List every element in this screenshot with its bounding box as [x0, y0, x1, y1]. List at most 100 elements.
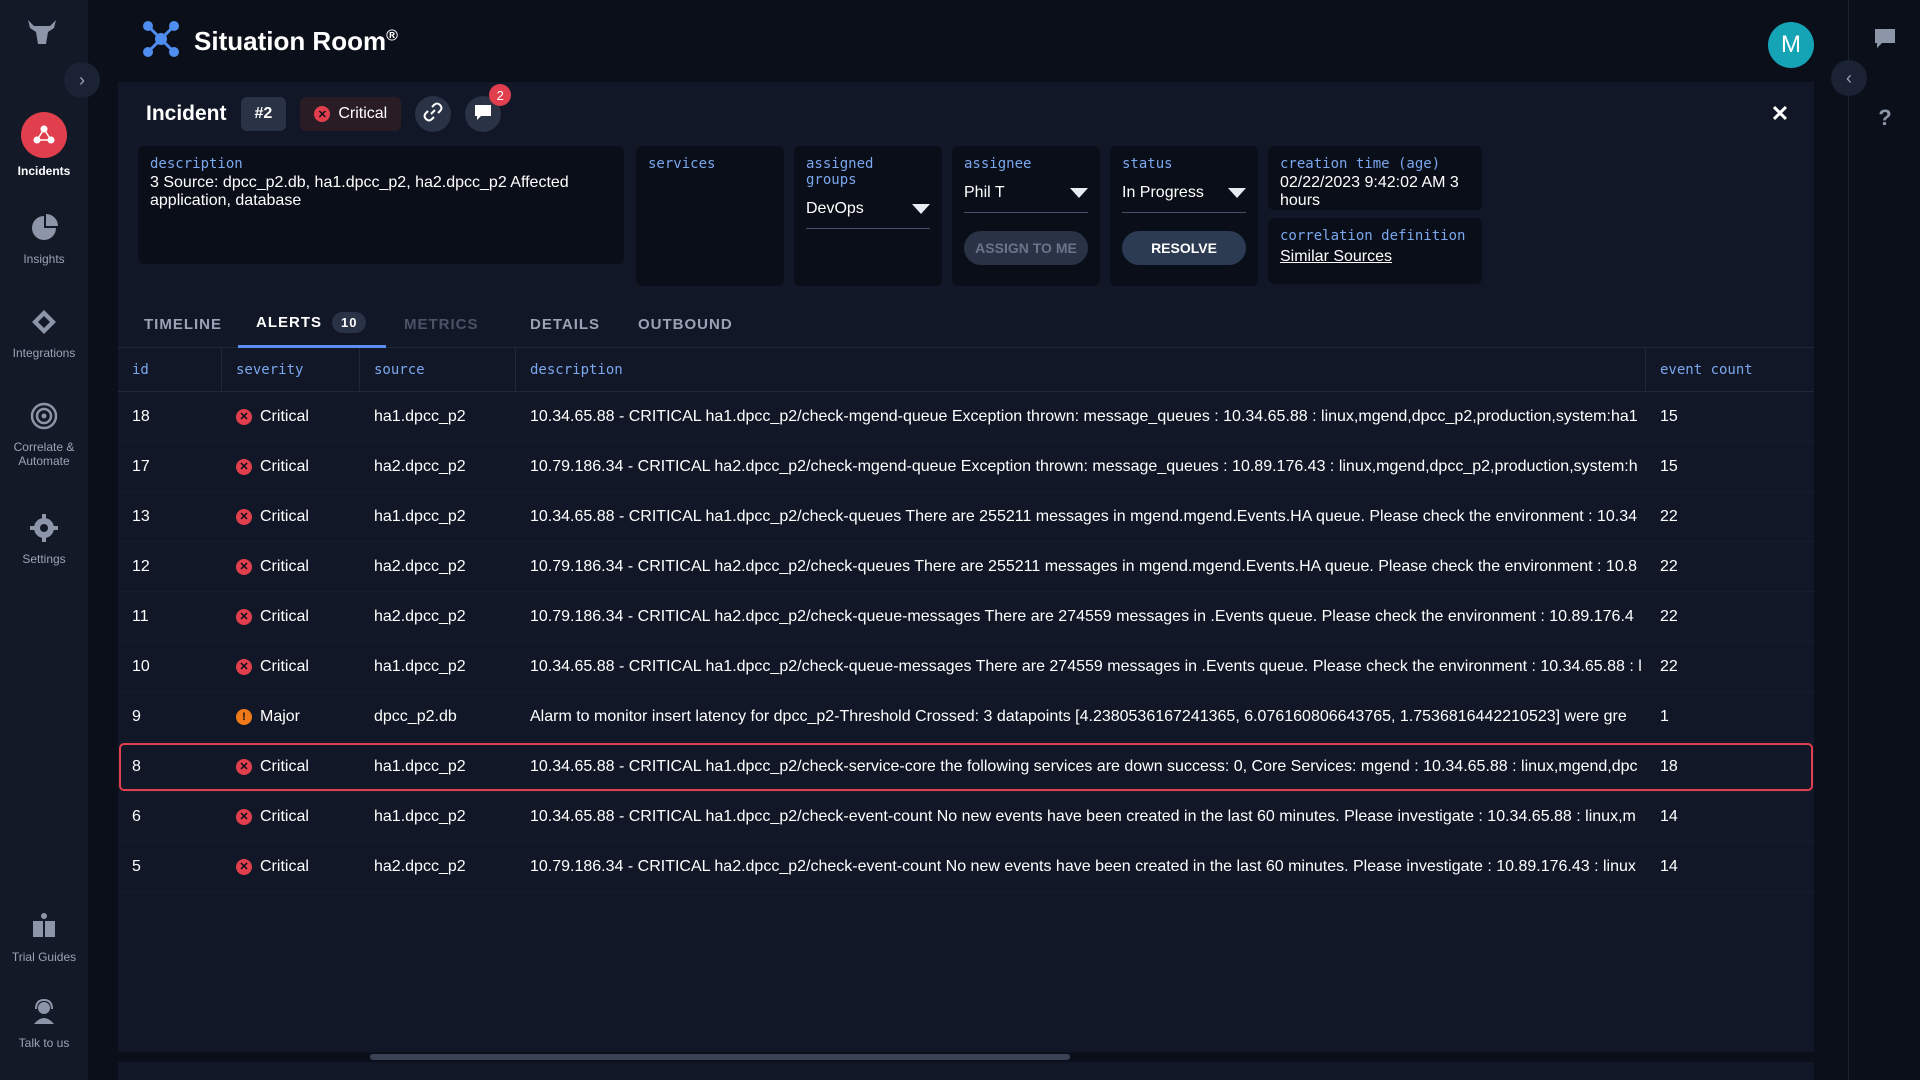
help-icon[interactable]: ?: [1871, 104, 1899, 132]
target-icon: [26, 398, 62, 434]
pie-chart-icon: [26, 210, 62, 246]
cell-event-count: 18: [1660, 757, 1678, 775]
table-row[interactable]: 13 ✕ Critical ha1.dpcc_p2 10.34.65.88 - CRIT…: [118, 492, 1814, 542]
critical-icon: ✕: [236, 558, 252, 575]
cell-event-count: 14: [1660, 857, 1678, 875]
status-card: status In Progress RESOLVE: [1110, 146, 1258, 286]
horizontal-scrollbar[interactable]: [118, 1052, 1814, 1062]
column-header-description[interactable]: description: [516, 348, 1646, 391]
table-body: 18 ✕ Critical ha1.dpcc_p2 10.34.65.88 - CRIT…: [118, 392, 1814, 892]
nav-item-talk-to-us[interactable]: Talk to us: [0, 994, 88, 1050]
critical-icon: ✕: [236, 658, 252, 675]
severity-text: Critical: [260, 857, 309, 875]
cell-event-count: 15: [1660, 407, 1678, 425]
tab-bar: TIMELINE ALERTS 10 METRICS DETAILS OUTBO…: [118, 300, 1814, 348]
tab-metrics: METRICS: [404, 315, 479, 333]
support-icon: [26, 994, 62, 1030]
bull-logo-icon[interactable]: [24, 18, 60, 48]
tab-alerts[interactable]: ALERTS 10: [238, 300, 387, 348]
table-row[interactable]: 10 ✕ Critical ha1.dpcc_p2 10.34.65.88 - CRIT…: [118, 642, 1814, 692]
tab-details[interactable]: DETAILS: [530, 300, 600, 348]
column-header-id[interactable]: id: [118, 348, 222, 391]
chevron-down-icon: [912, 204, 930, 214]
cell-event-count: 15: [1660, 457, 1678, 475]
status-label: status: [1122, 156, 1173, 172]
nav-item-insights[interactable]: Insights: [0, 210, 88, 266]
table-row[interactable]: 18 ✕ Critical ha1.dpcc_p2 10.34.65.88 - CRIT…: [118, 392, 1814, 442]
nav-item-integrations[interactable]: Integrations: [0, 304, 88, 360]
nav-item-trial-guides[interactable]: Trial Guides: [0, 908, 88, 964]
nav-item-incidents[interactable]: Incidents: [0, 112, 88, 178]
table-row[interactable]: 5 ✕ Critical ha2.dpcc_p2 10.79.186.34 - CRIT…: [118, 842, 1814, 892]
assignee-value: Phil T: [964, 184, 1005, 201]
cell-id: 6: [132, 807, 141, 825]
nav-item-settings[interactable]: Settings: [0, 510, 88, 566]
assigned-groups-label: assigned groups: [806, 156, 874, 188]
column-header-event-count[interactable]: event count: [1646, 348, 1814, 391]
severity-text: Critical: [260, 457, 309, 475]
severity-text: Major: [260, 707, 301, 725]
cell-id: 11: [132, 607, 149, 625]
table-row[interactable]: 9! Major dpcc_p2.db Alarm to monitor insert…: [118, 692, 1814, 742]
cell-severity: ✕ Critical: [222, 658, 360, 676]
table-row[interactable]: 17 ✕ Critical ha2.dpcc_p2 10.79.186.34 - CRI…: [118, 442, 1814, 492]
severity-text: Critical: [260, 807, 309, 825]
correlation-link[interactable]: Similar Sources: [1280, 248, 1392, 266]
resolve-button[interactable]: RESOLVE: [1122, 231, 1246, 265]
cell-source: ha2.dpcc_p2: [374, 557, 466, 575]
table-row[interactable]: 6 ✕ Critical ha1.dpcc_p2 10.34.65.88 - CRITI…: [118, 792, 1814, 842]
table-row[interactable]: 12 ✕ Critical ha2.dpcc_p2 10.79.186.34 - CRI…: [118, 542, 1814, 592]
critical-icon: ✕: [236, 758, 252, 775]
creation-time-value: 02/22/2023 9:42:02 AM 3 hours: [1280, 174, 1459, 209]
comments-button[interactable]: 2: [465, 84, 512, 132]
cell-description: 10.34.65.88 - CRITICAL ha1.dpcc_p2/check…: [530, 807, 1636, 825]
critical-icon: ✕: [314, 106, 331, 122]
critical-icon: ✕: [236, 608, 252, 625]
chat-icon[interactable]: [1871, 24, 1899, 52]
nav-label: Insights: [23, 252, 65, 266]
tab-timeline[interactable]: TIMELINE: [138, 300, 228, 348]
description-value: 3 Source: dpcc_p2.db, ha1.dpcc_p2, ha2.d…: [150, 174, 569, 209]
app-header: Situation Room®: [140, 18, 398, 65]
cell-description: 10.79.186.34 - CRITICAL ha2.dpcc_p2/chec…: [530, 857, 1636, 875]
cell-severity: ✕ Critical: [222, 608, 360, 626]
cell-description: 10.34.65.88 - CRITICAL ha1.dpcc_p2/check…: [530, 657, 1642, 675]
alerts-table: id severity source description event cou…: [118, 348, 1814, 892]
tab-outbound[interactable]: OUTBOUND: [638, 300, 733, 348]
assignee-card: assignee Phil T ASSIGN TO ME: [952, 146, 1100, 286]
critical-icon: ✕: [236, 458, 252, 475]
cell-description: 10.34.65.88 - CRITICAL ha1.dpcc_p2/check…: [530, 757, 1638, 775]
column-header-source[interactable]: source: [360, 348, 516, 391]
comment-count-badge: 2: [489, 84, 512, 106]
scrollbar-thumb[interactable]: [370, 1054, 1070, 1060]
close-icon[interactable]: ✕: [1768, 101, 1792, 126]
nav-item-correlate[interactable]: Correlate & Automate: [0, 398, 88, 468]
severity-text: Critical: [260, 407, 309, 425]
book-icon: [26, 908, 62, 944]
left-nav: › Incidents Insights Integrations Correl…: [0, 0, 100, 1080]
copy-link-button[interactable]: [415, 96, 452, 132]
chevron-down-icon: [1070, 188, 1088, 198]
column-header-severity[interactable]: severity: [222, 348, 360, 391]
app-title: Situation Room®: [194, 26, 398, 56]
gear-icon: [26, 510, 62, 546]
status-dropdown[interactable]: In Progress: [1122, 184, 1246, 213]
collapse-rail-button[interactable]: ‹: [1831, 60, 1867, 96]
incidents-icon: [21, 112, 67, 158]
cell-source: ha2.dpcc_p2: [374, 457, 466, 475]
critical-icon: ✕: [236, 858, 252, 875]
incident-title-row: Incident #2 ✕ Critical 2: [146, 84, 512, 134]
table-row[interactable]: 11 ✕ Critical ha2.dpcc_p2 10.79.186.34 - CRI…: [118, 592, 1814, 642]
assign-to-me-button[interactable]: ASSIGN TO ME: [964, 231, 1088, 265]
assignee-dropdown[interactable]: Phil T: [964, 184, 1088, 213]
assigned-groups-dropdown[interactable]: DevOps: [806, 200, 930, 229]
expand-nav-button[interactable]: ›: [64, 62, 100, 98]
table-row[interactable]: 8 ✕ Critical ha1.dpcc_p2 10.34.65.88 - CRITI…: [118, 742, 1814, 792]
link-icon: [423, 102, 443, 127]
critical-icon: ✕: [236, 808, 252, 825]
assigned-groups-card: assigned groups DevOps: [794, 146, 942, 286]
assignee-label: assignee: [964, 156, 1032, 172]
cell-id: 8: [132, 757, 141, 775]
avatar[interactable]: M: [1768, 22, 1814, 68]
cell-event-count: 22: [1660, 607, 1678, 625]
